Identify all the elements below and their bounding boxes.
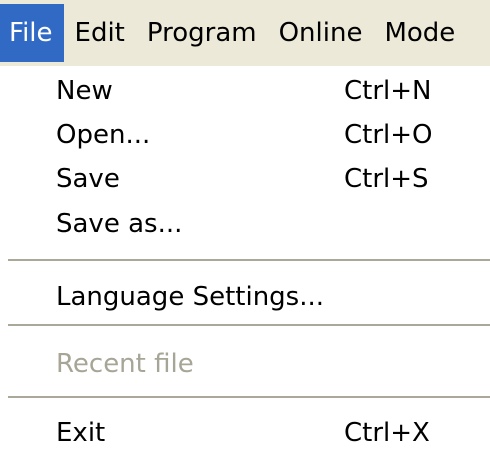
menu-file[interactable]: File <box>0 4 64 62</box>
menu-mode[interactable]: Mode <box>373 4 466 62</box>
menu-item-label: Recent file <box>56 349 194 379</box>
menu-item-shortcut: Ctrl+O <box>344 120 433 150</box>
menu-separator <box>8 259 490 261</box>
menu-online[interactable]: Online <box>268 4 374 62</box>
menu-item-label: Save as... <box>56 209 183 239</box>
menu-item-label: Language Settings... <box>56 282 325 312</box>
menu-separator <box>8 324 490 326</box>
menu-item-shortcut: Ctrl+S <box>344 164 429 194</box>
menu-item-label: Open... <box>56 120 151 150</box>
file-dropdown-menu: New Ctrl+N Open... Ctrl+O Save Ctrl+S Sa… <box>0 66 490 448</box>
menu-item-new[interactable]: New Ctrl+N <box>0 69 490 113</box>
menu-item-shortcut: Ctrl+X <box>344 418 430 448</box>
menu-item-shortcut: Ctrl+N <box>344 76 432 106</box>
menu-item-label: New <box>56 76 113 106</box>
menu-item-save[interactable]: Save Ctrl+S <box>0 157 490 201</box>
menu-separator <box>8 396 490 398</box>
menu-program[interactable]: Program <box>136 4 268 62</box>
menu-item-label: Exit <box>56 418 106 448</box>
menu-item-exit[interactable]: Exit Ctrl+X <box>0 411 490 455</box>
menu-item-open[interactable]: Open... Ctrl+O <box>0 113 490 157</box>
menu-edit[interactable]: Edit <box>64 4 136 62</box>
menu-item-recent-file: Recent file <box>0 342 490 386</box>
menu-item-language-settings[interactable]: Language Settings... <box>0 275 490 319</box>
menu-item-save-as[interactable]: Save as... <box>0 202 490 246</box>
menu-bar: File Edit Program Online Mode <box>0 0 490 66</box>
menu-item-label: Save <box>56 164 120 194</box>
